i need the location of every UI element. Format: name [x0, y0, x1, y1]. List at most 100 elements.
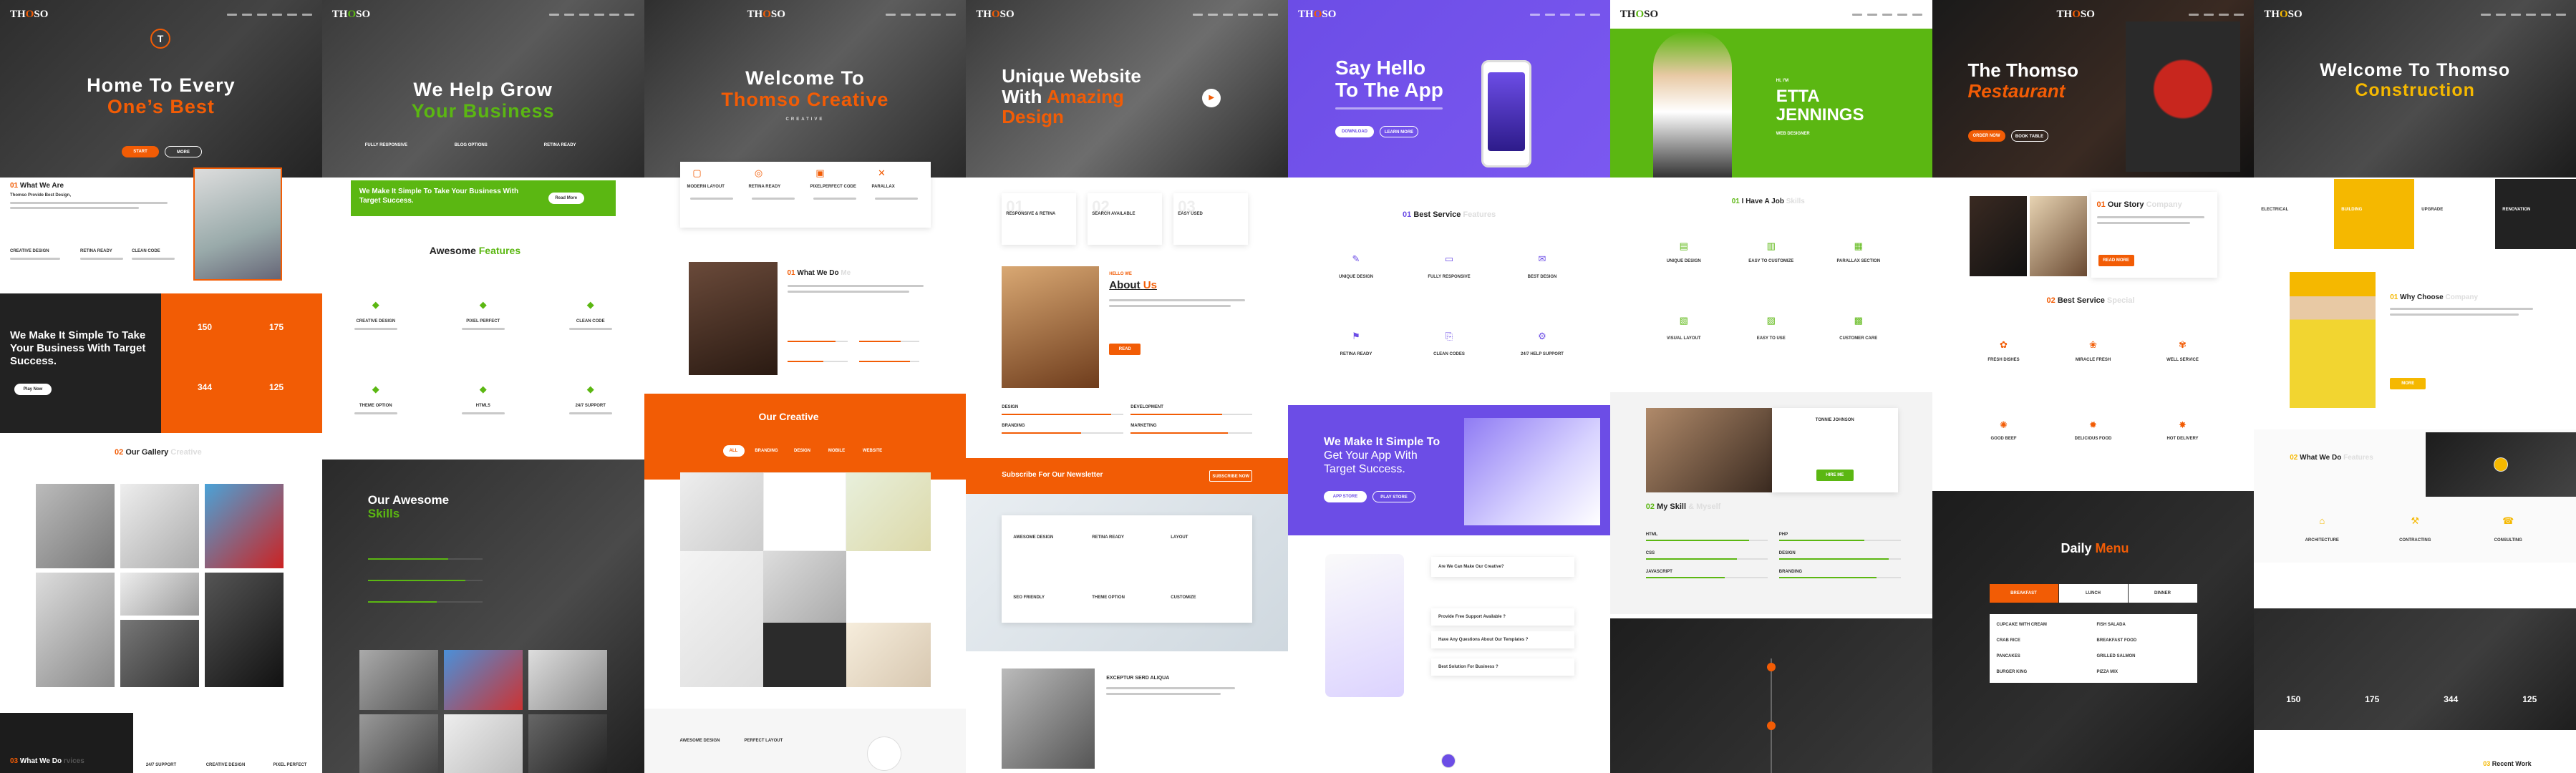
skill-label: UNIQUE DESIGN [1666, 259, 1701, 263]
nav-menu[interactable] [1851, 13, 1922, 16]
gallery-image[interactable] [36, 573, 115, 687]
hero-primary-button[interactable]: START [122, 146, 159, 157]
download-button[interactable]: DOWNLOAD [1335, 126, 1374, 137]
nav-menu[interactable] [1529, 13, 1600, 16]
menu-tab-dinner[interactable]: DINNER [2128, 584, 2197, 603]
service-icon: ⚙ [1538, 331, 1546, 341]
gallery-image[interactable] [120, 620, 199, 687]
gallery-image[interactable] [359, 650, 438, 710]
portfolio-item[interactable] [762, 551, 846, 623]
service-label: FULLY RESPONSIVE [1428, 275, 1471, 279]
subscribe-button[interactable]: SUBSCRIBE NOW [1209, 470, 1253, 482]
gallery-image[interactable] [120, 484, 199, 568]
top-navbar: THOSO [1288, 0, 1610, 29]
nav-menu[interactable] [886, 13, 957, 16]
filter-design[interactable]: DESIGN [789, 445, 816, 457]
site-logo[interactable]: THOSO [10, 9, 48, 21]
faq-question: Are We Can Make Our Creative? [1438, 565, 1504, 569]
stats-panel [161, 293, 322, 433]
workspace-photo [1645, 408, 1772, 492]
nav-menu[interactable] [2481, 13, 2566, 16]
filter-branding[interactable]: BRANDING [752, 445, 782, 457]
feature-tile[interactable] [2495, 179, 2576, 249]
gallery-image[interactable] [205, 573, 284, 687]
about-button[interactable]: READ [1109, 344, 1141, 355]
preview-panel-construction[interactable]: Welcome To Thomso Construction THOSO ELEC… [2254, 0, 2576, 773]
skill-icon: ▤ [1679, 240, 1688, 251]
feature-icon: ◆ [479, 384, 487, 394]
gallery-image[interactable] [359, 714, 438, 773]
feature-label: MODERN LAYOUT [687, 185, 725, 189]
play-store-button[interactable]: PLAY STORE [1372, 491, 1415, 502]
feature-tile[interactable] [2414, 179, 2496, 249]
gallery-image[interactable] [205, 484, 284, 568]
order-button[interactable]: ORDER NOW [1967, 130, 2005, 142]
gallery-image[interactable] [120, 573, 199, 616]
hero-feature: RETINA READY [543, 143, 576, 147]
text-line [10, 202, 168, 204]
portfolio-item[interactable] [679, 551, 763, 687]
portfolio-item[interactable] [762, 472, 846, 551]
site-logo[interactable]: THOSO [2264, 9, 2302, 21]
play-icon[interactable] [1442, 754, 1455, 767]
preview-panel-agency[interactable]: We Help Grow Your Business FULLY RESPONSI… [321, 0, 644, 773]
portfolio-item[interactable] [679, 472, 763, 551]
site-logo[interactable]: THOSO [1620, 9, 1658, 21]
learn-more-button[interactable]: LEARN MORE [1380, 126, 1418, 137]
preview-panel-app[interactable]: Say Hello To The App DOWNLOAD LEARN MORE … [1288, 0, 1610, 773]
feature-label: ELECTRICAL [2261, 208, 2289, 212]
site-logo[interactable]: THOSO [2057, 9, 2095, 21]
service-label: UNIQUE DESIGN [1338, 275, 1373, 279]
book-table-button[interactable]: BOOK TABLE [2010, 130, 2048, 142]
filter-all[interactable]: ALL [722, 445, 745, 457]
preview-panel-creative[interactable]: Welcome To Thomso Creative CREATIVE THOSO… [644, 0, 967, 773]
hero-secondary-button[interactable]: MORE [165, 146, 202, 157]
skill-bar [858, 341, 919, 342]
nav-menu[interactable] [548, 13, 634, 16]
feature-tile[interactable] [2254, 179, 2335, 249]
play-icon[interactable]: ▶ [1202, 89, 1221, 107]
preview-panel-personal[interactable]: HI, I'M ETTA JENNINGS WEB DESIGNER THOSO … [1609, 0, 1932, 773]
preview-panel-unique[interactable]: Unique Website With Amazing Design ▶ THOSO… [966, 0, 1288, 773]
banner-button[interactable]: Read More [548, 193, 584, 204]
gallery-image[interactable] [443, 714, 523, 773]
gallery-image[interactable] [36, 484, 115, 568]
site-logo[interactable]: THOSO [747, 9, 785, 21]
skill-bar [1645, 577, 1768, 578]
phone-mockup [1481, 60, 1531, 167]
hire-me-button[interactable]: HIRE ME [1816, 470, 1854, 481]
nav-menu[interactable] [2189, 13, 2245, 16]
portfolio-item[interactable] [762, 623, 846, 687]
filter-website[interactable]: WEBSITE [858, 445, 888, 457]
hero-emblem-icon: T [150, 29, 170, 49]
gallery-image[interactable] [443, 650, 523, 710]
gallery-image[interactable] [528, 714, 607, 773]
dish-icon: ✿ [2000, 339, 2008, 350]
site-logo[interactable]: THOSO [976, 9, 1014, 21]
feature-label: CLEAN CODE [132, 249, 160, 253]
filter-mobile[interactable]: MOBILE [823, 445, 851, 457]
text-line [568, 328, 612, 330]
feature-tile[interactable] [2334, 179, 2415, 249]
app-store-button[interactable]: APP STORE [1324, 491, 1367, 502]
portfolio-item[interactable] [846, 623, 931, 687]
menu-tab-lunch[interactable]: LUNCH [2058, 584, 2128, 603]
portfolio-item[interactable] [846, 551, 931, 623]
nav-menu[interactable] [1193, 13, 1278, 16]
feature-label: UPGRADE [2421, 208, 2444, 212]
site-logo[interactable]: THOSO [1298, 9, 1336, 21]
banner-play-button[interactable]: Play Now [14, 384, 52, 395]
menu-item: PIZZA MIX [2096, 670, 2118, 674]
gallery-image[interactable] [528, 650, 607, 710]
site-logo[interactable]: THOSO [332, 9, 370, 21]
preview-panel-business[interactable]: T Home To Every One’s Best START MORE THO… [0, 0, 322, 773]
nav-menu[interactable] [226, 13, 312, 16]
portfolio-item[interactable] [846, 472, 931, 551]
footer-item: 24/7 SUPPORT [145, 763, 177, 767]
skill-icon: ▧ [1679, 315, 1688, 326]
story-button[interactable]: READ MORE [2098, 255, 2134, 266]
why-button[interactable]: MORE [2390, 378, 2426, 389]
menu-tab-breakfast[interactable]: BREAKFAST [1989, 584, 2058, 603]
blog-image[interactable] [1002, 669, 1095, 769]
preview-panel-restaurant[interactable]: The Thomso Restaurant ORDER NOW BOOK TABL… [1932, 0, 2255, 773]
